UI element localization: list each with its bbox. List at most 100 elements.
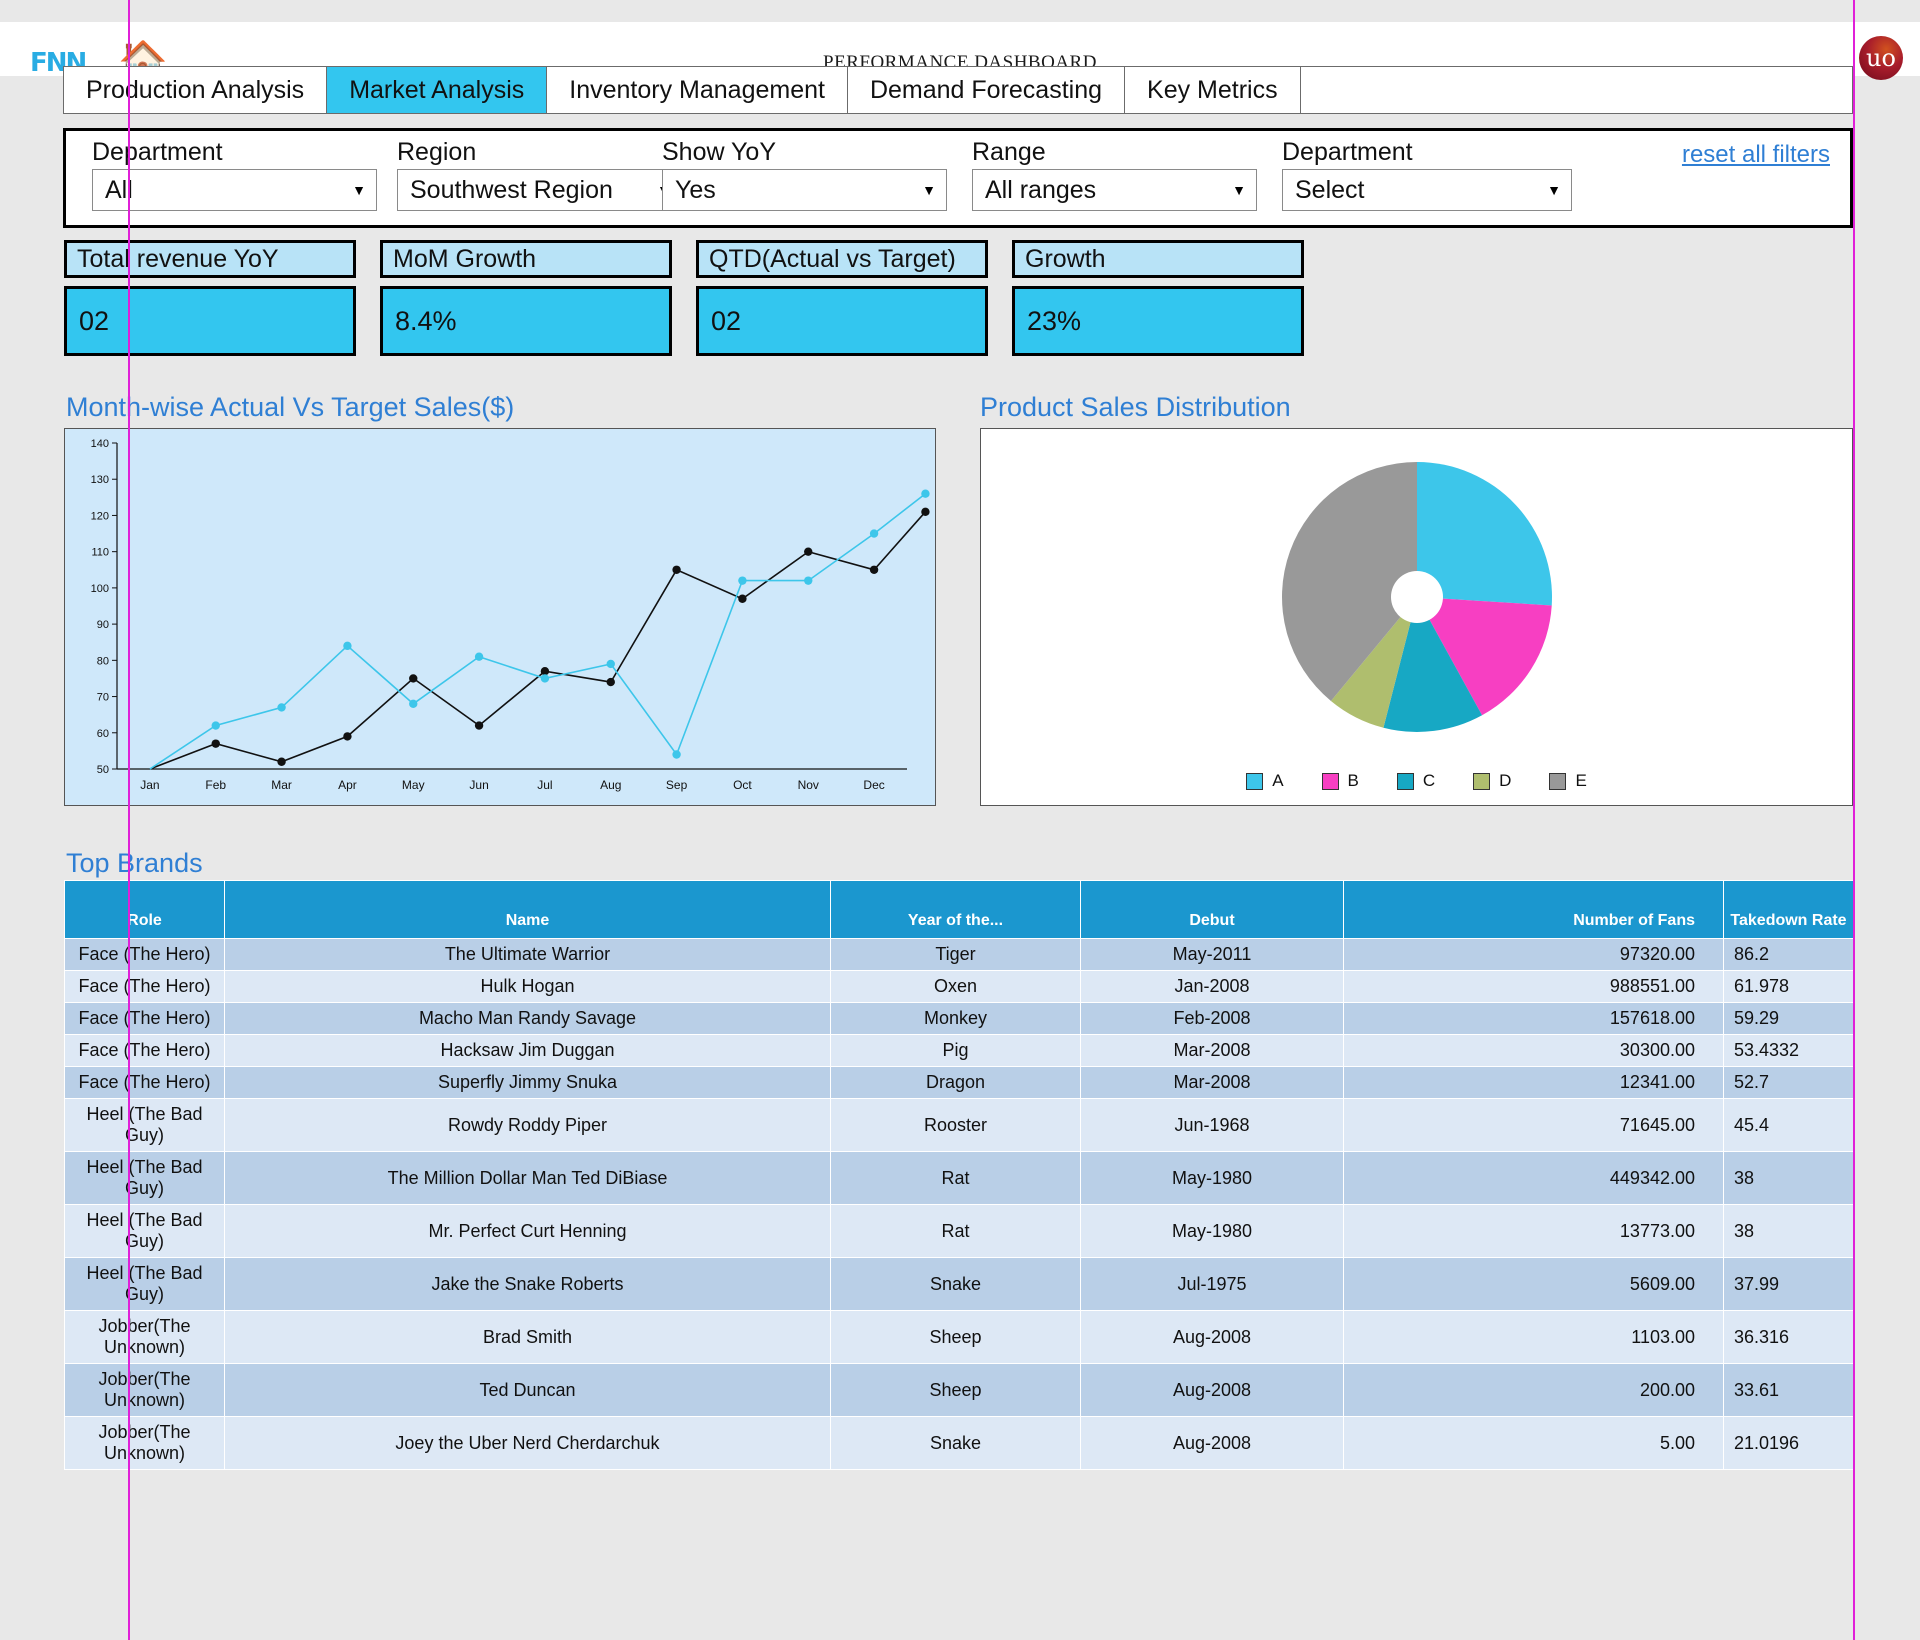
cell-debut: May-1980: [1080, 1204, 1344, 1258]
svg-text:50: 50: [97, 764, 109, 776]
table-row[interactable]: Face (The Hero) The Ultimate Warrior Tiger…: [64, 938, 1854, 971]
kpi-card-mom-growth[interactable]: MoM Growth 8.4%: [380, 240, 672, 370]
svg-text:Oct: Oct: [733, 778, 752, 792]
kpi-value: 23%: [1012, 286, 1304, 356]
kpi-card-growth[interactable]: Growth 23%: [1012, 240, 1304, 370]
cell-takedown-rate: 21.0196: [1723, 1416, 1854, 1470]
filter-range-select[interactable]: All ranges ▼: [972, 169, 1257, 211]
legend-item-D[interactable]: D: [1473, 771, 1511, 791]
filter-department-secondary-label: Department: [1282, 138, 1413, 166]
filter-region: Region Southwest Region ▼: [371, 131, 682, 211]
svg-text:Jul: Jul: [537, 778, 552, 792]
kpi-title: QTD(Actual vs Target): [696, 240, 988, 278]
legend-item-E[interactable]: E: [1549, 771, 1587, 791]
column-header-number-of-fans[interactable]: Number of Fans: [1343, 880, 1724, 939]
svg-text:130: 130: [91, 474, 109, 486]
cell-name: Rowdy Roddy Piper: [224, 1098, 831, 1152]
table-row[interactable]: Jobber(The Unknown) Joey the Uber Nerd Ch…: [64, 1416, 1854, 1470]
cell-takedown-rate: 45.4: [1723, 1098, 1854, 1152]
table-row[interactable]: Face (The Hero) Hacksaw Jim Duggan Pig Mar-…: [64, 1034, 1854, 1067]
cell-takedown-rate: 61.978: [1723, 970, 1854, 1003]
column-header-year[interactable]: Year of the...: [830, 880, 1081, 939]
reset-all-filters-link[interactable]: reset all filters: [1682, 141, 1830, 169]
cell-debut: Mar-2008: [1080, 1066, 1344, 1099]
cell-debut: Aug-2008: [1080, 1363, 1344, 1417]
kpi-card-qtd-actual-vs-target[interactable]: QTD(Actual vs Target) 02: [696, 240, 988, 370]
cell-role: Face (The Hero): [64, 970, 225, 1003]
cell-number-of-fans: 97320.00: [1343, 938, 1724, 971]
table-row[interactable]: Face (The Hero) Macho Man Randy Savage Mon…: [64, 1002, 1854, 1035]
table-header: Role Name Year of the... Debut Number of…: [64, 880, 1854, 939]
table-row[interactable]: Jobber(The Unknown) Ted Duncan Sheep Aug-20…: [64, 1363, 1854, 1417]
cell-name: Mr. Perfect Curt Henning: [224, 1204, 831, 1258]
table-row[interactable]: Face (The Hero) Superfly Jimmy Snuka Drago…: [64, 1066, 1854, 1099]
cell-role: Heel (The Bad Guy): [64, 1151, 225, 1205]
svg-text:100: 100: [91, 583, 109, 595]
cell-number-of-fans: 13773.00: [1343, 1204, 1724, 1258]
cell-number-of-fans: 71645.00: [1343, 1098, 1724, 1152]
cell-year: Oxen: [830, 970, 1081, 1003]
cell-takedown-rate: 59.29: [1723, 1002, 1854, 1035]
legend-item-B[interactable]: B: [1321, 771, 1359, 791]
legend-label: B: [1347, 771, 1359, 790]
window-frame-left-edge: [128, 0, 130, 1640]
chevron-down-icon: ▼: [1547, 182, 1561, 198]
cell-name: The Million Dollar Man Ted DiBiase: [224, 1151, 831, 1205]
cell-debut: Feb-2008: [1080, 1002, 1344, 1035]
table-title: Top Brands: [66, 848, 203, 878]
legend-item-C[interactable]: C: [1396, 771, 1435, 791]
table-body: Face (The Hero) The Ultimate Warrior Tiger…: [64, 938, 1854, 1470]
cell-number-of-fans: 1103.00: [1343, 1310, 1724, 1364]
svg-text:70: 70: [97, 692, 109, 704]
tab-bar: Production Analysis Market Analysis Inve…: [63, 66, 1853, 114]
column-header-name[interactable]: Name: [224, 880, 831, 939]
pie-chart-title: Product Sales Distribution: [980, 392, 1291, 422]
filter-show-yoy-select[interactable]: Yes ▼: [662, 169, 947, 211]
column-header-debut[interactable]: Debut: [1080, 880, 1344, 939]
cell-debut: Aug-2008: [1080, 1416, 1344, 1470]
legend-item-A[interactable]: A: [1246, 771, 1284, 791]
column-header-role[interactable]: Role: [64, 880, 225, 939]
svg-text:Jan: Jan: [140, 778, 159, 792]
line-chart-svg: 50 60 70 80 90 100 110 120 130 140 Jan Feb Mar Apr May…: [91, 438, 930, 792]
tab-market-analysis[interactable]: Market Analysis: [327, 67, 548, 113]
legend-label: E: [1575, 771, 1587, 790]
table-row[interactable]: Heel (The Bad Guy) Mr. Perfect Curt Henni…: [64, 1204, 1854, 1258]
line-chart-title: Month-wise Actual Vs Target Sales($): [66, 392, 515, 422]
cell-name: Macho Man Randy Savage: [224, 1002, 831, 1035]
tab-demand-forecasting[interactable]: Demand Forecasting: [848, 67, 1126, 113]
cell-year: Pig: [830, 1034, 1081, 1067]
line-chart-actual-vs-target[interactable]: 50 60 70 80 90 100 110 120 130 140 Jan Feb Mar Apr May…: [64, 428, 936, 806]
filter-department-label: Department: [92, 138, 223, 166]
table-row[interactable]: Face (The Hero) Hulk Hogan Oxen Jan-2008 988…: [64, 970, 1854, 1003]
table-row[interactable]: Jobber(The Unknown) Brad Smith Sheep Aug-20…: [64, 1310, 1854, 1364]
cell-takedown-rate: 36.316: [1723, 1310, 1854, 1364]
cell-role: Heel (The Bad Guy): [64, 1204, 225, 1258]
cell-name: The Ultimate Warrior: [224, 938, 831, 971]
filter-department-secondary-value: Select: [1295, 175, 1365, 204]
table-header-row: Role Name Year of the... Debut Number of…: [64, 880, 1854, 939]
pie-chart-svg: [1282, 462, 1552, 732]
table-row[interactable]: Heel (The Bad Guy) The Million Dollar Man…: [64, 1151, 1854, 1205]
tab-production-analysis[interactable]: Production Analysis: [64, 67, 328, 113]
pie-chart-product-sales-distribution[interactable]: A B C D E: [980, 428, 1853, 806]
cell-takedown-rate: 38: [1723, 1151, 1854, 1205]
column-header-takedown-rate[interactable]: Takedown Rate: [1723, 880, 1854, 939]
pie-chart-legend: A B C D E: [981, 771, 1852, 791]
table-row[interactable]: Heel (The Bad Guy) Rowdy Roddy Piper Roost…: [64, 1098, 1854, 1152]
cell-role: Face (The Hero): [64, 1002, 225, 1035]
kpi-card-row: Total revenue YoY 02 MoM Growth 8.4% QTD…: [64, 240, 1364, 370]
brand-logo-icon[interactable]: uo: [1859, 36, 1903, 80]
chevron-down-icon: ▼: [922, 182, 936, 198]
table-row[interactable]: Heel (The Bad Guy) Jake the Snake Roberts…: [64, 1257, 1854, 1311]
filter-department-select[interactable]: All ▼: [92, 169, 377, 211]
kpi-card-total-revenue-yoy[interactable]: Total revenue YoY 02: [64, 240, 356, 370]
cell-role: Heel (The Bad Guy): [64, 1098, 225, 1152]
tab-inventory-management[interactable]: Inventory Management: [547, 67, 848, 113]
filter-department-secondary-select[interactable]: Select ▼: [1282, 169, 1572, 211]
cell-role: Face (The Hero): [64, 938, 225, 971]
tab-key-metrics[interactable]: Key Metrics: [1125, 67, 1301, 113]
cell-name: Hulk Hogan: [224, 970, 831, 1003]
filter-show-yoy-value: Yes: [675, 175, 716, 204]
cell-number-of-fans: 5.00: [1343, 1416, 1724, 1470]
